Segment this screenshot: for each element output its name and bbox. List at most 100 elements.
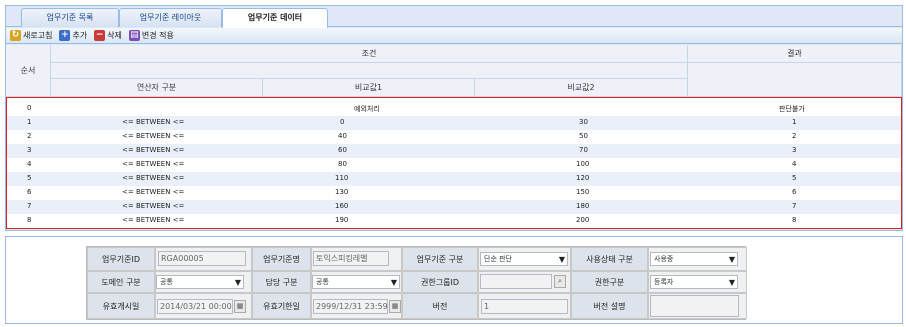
cell-seq: 1 [27,118,32,126]
rule-name-field[interactable]: 토익스피킹레벨 [313,251,389,266]
grid-body: 0 예외처리 판단불가 1 <= BETWEEN <= 0 30 1 2 <= … [6,97,902,229]
refresh-button[interactable]: ↻ 새로고침 [10,30,52,41]
table-row[interactable]: 0 예외처리 판단불가 [7,102,901,116]
chevron-down-icon: ▼ [390,278,397,287]
cell-seq: 3 [27,146,32,154]
table-row[interactable]: 6 <= BETWEEN <= 130 150 6 [7,186,901,200]
authority-value: 등록자 [654,278,674,286]
cell-result: 5 [792,174,797,182]
owner-select[interactable]: 공통 ▼ [312,275,400,289]
version-desc-textarea[interactable] [650,295,739,317]
label-end-date: 유효기한일 [252,293,311,319]
cell-value1: 110 [335,174,349,182]
cell-value2: 50 [579,132,588,140]
cell-value2: 70 [579,146,588,154]
cell-seq: 2 [27,132,32,140]
group-id-field[interactable] [480,274,552,289]
status-select[interactable]: 사용중 ▼ [650,252,738,266]
chevron-down-icon: ▼ [558,255,565,264]
cell-result: 판단불가 [779,105,805,113]
cell-operator: <= BETWEEN <= [122,118,185,126]
refresh-label: 새로고침 [23,31,53,40]
minus-icon: − [94,30,106,41]
table-row[interactable]: 1 <= BETWEEN <= 0 30 1 [7,116,901,130]
header-condition: 조건 [51,45,688,63]
apply-changes-button[interactable]: ▤ 변경 적용 [128,30,174,41]
calendar-icon[interactable]: ▦ [389,300,401,313]
cell-value2: 120 [576,174,590,182]
domain-select[interactable]: 공통 ▼ [156,275,244,289]
cell-operator: <= BETWEEN <= [122,216,185,224]
cell-value2: 30 [579,118,588,126]
search-icon[interactable]: ⌕ [554,275,566,288]
rule-type-select[interactable]: 단순 판단 ▼ [480,252,568,266]
cell-operator: <= BETWEEN <= [122,174,185,182]
header-result-sub [688,63,902,97]
header-operator[interactable]: 연산자 구분 [51,79,263,97]
label-authority: 권한구분 [571,271,648,293]
cell-value1: 0 [340,118,345,126]
rule-id-field[interactable]: RGA00005 [158,251,246,266]
version-field[interactable]: 1 [481,299,568,314]
chevron-down-icon: ▼ [728,255,735,264]
table-row[interactable]: 5 <= BETWEEN <= 110 120 5 [7,172,901,186]
label-version: 버전 [402,293,478,319]
form-grid: 업무기준ID RGA00005 업무기준명 토익스피킹레벨 업무기준 구분 단순… [86,246,747,320]
table-row[interactable]: 4 <= BETWEEN <= 80 100 4 [7,158,901,172]
cell-value1: 40 [338,132,347,140]
cell-result: 7 [792,202,797,210]
tab-rule-list[interactable]: 업무기준 목록 [21,8,119,27]
cell-result: 8 [792,216,797,224]
header-compare2[interactable]: 비교값2 [475,79,688,97]
label-domain: 도메인 구분 [87,271,155,293]
tab-rule-layout[interactable]: 업무기준 레이아웃 [119,8,222,27]
domain-value: 공통 [160,278,173,286]
authority-select[interactable]: 등록자 ▼ [650,275,738,289]
cell-value2: 200 [576,216,590,224]
add-button[interactable]: + 추가 [59,30,87,41]
cell-seq: 0 [27,104,32,112]
cell-result: 1 [792,118,797,126]
cell-value2: 180 [576,202,590,210]
end-date-field[interactable]: 2999/12/31 23:59 [313,299,388,314]
table-row[interactable]: 3 <= BETWEEN <= 60 70 3 [7,144,901,158]
refresh-icon: ↻ [10,30,21,41]
cell-result: 4 [792,160,797,168]
cell-operator: <= BETWEEN <= [122,202,185,210]
calendar-icon[interactable]: ▦ [234,300,246,313]
label-owner: 담당 구분 [252,271,311,293]
header-result: 결과 [688,45,902,63]
owner-value: 공통 [316,278,329,286]
add-label: 추가 [72,31,88,40]
toolbar: ↻ 새로고침 + 추가 − 삭제 ▤ 변경 적용 [6,28,902,44]
apply-icon: ▤ [128,30,140,41]
cell-seq: 7 [27,202,32,210]
table-row[interactable]: 2 <= BETWEEN <= 40 50 2 [7,130,901,144]
table-row[interactable]: 8 <= BETWEEN <= 190 200 8 [7,214,901,228]
header-seq[interactable]: 순서 [6,45,51,97]
label-start-date: 유효개시일 [87,293,155,319]
cell-value1: 80 [338,160,347,168]
cell-value2: 150 [576,188,590,196]
apply-label: 변경 적용 [141,31,174,40]
label-status: 사용상태 구분 [571,247,648,271]
cell-operator: <= BETWEEN <= [122,132,185,140]
cell-value1: 160 [335,202,349,210]
header-compare1[interactable]: 비교값1 [263,79,475,97]
cell-operator: <= BETWEEN <= [122,188,185,196]
cell-result: 2 [792,132,797,140]
cell-seq: 5 [27,174,32,182]
cell-operator: <= BETWEEN <= [122,160,185,168]
business-rule-panel: 업무기준 목록 업무기준 레이아웃 업무기준 데이터 ↻ 새로고침 + 추가 −… [5,5,903,231]
chevron-down-icon: ▼ [234,278,241,287]
chevron-down-icon: ▼ [728,278,735,287]
start-date-field[interactable]: 2014/03/21 00:00 [157,299,233,314]
table-row[interactable]: 7 <= BETWEEN <= 160 180 7 [7,200,901,214]
label-rule-name: 업무기준명 [252,247,311,271]
plus-icon: + [59,30,71,41]
cell-value1: 190 [335,216,349,224]
delete-button[interactable]: − 삭제 [94,30,122,41]
cell-seq: 8 [27,216,32,224]
tab-bar: 업무기준 목록 업무기준 레이아웃 업무기준 데이터 [6,6,902,28]
tab-rule-data[interactable]: 업무기준 데이터 [222,8,328,28]
